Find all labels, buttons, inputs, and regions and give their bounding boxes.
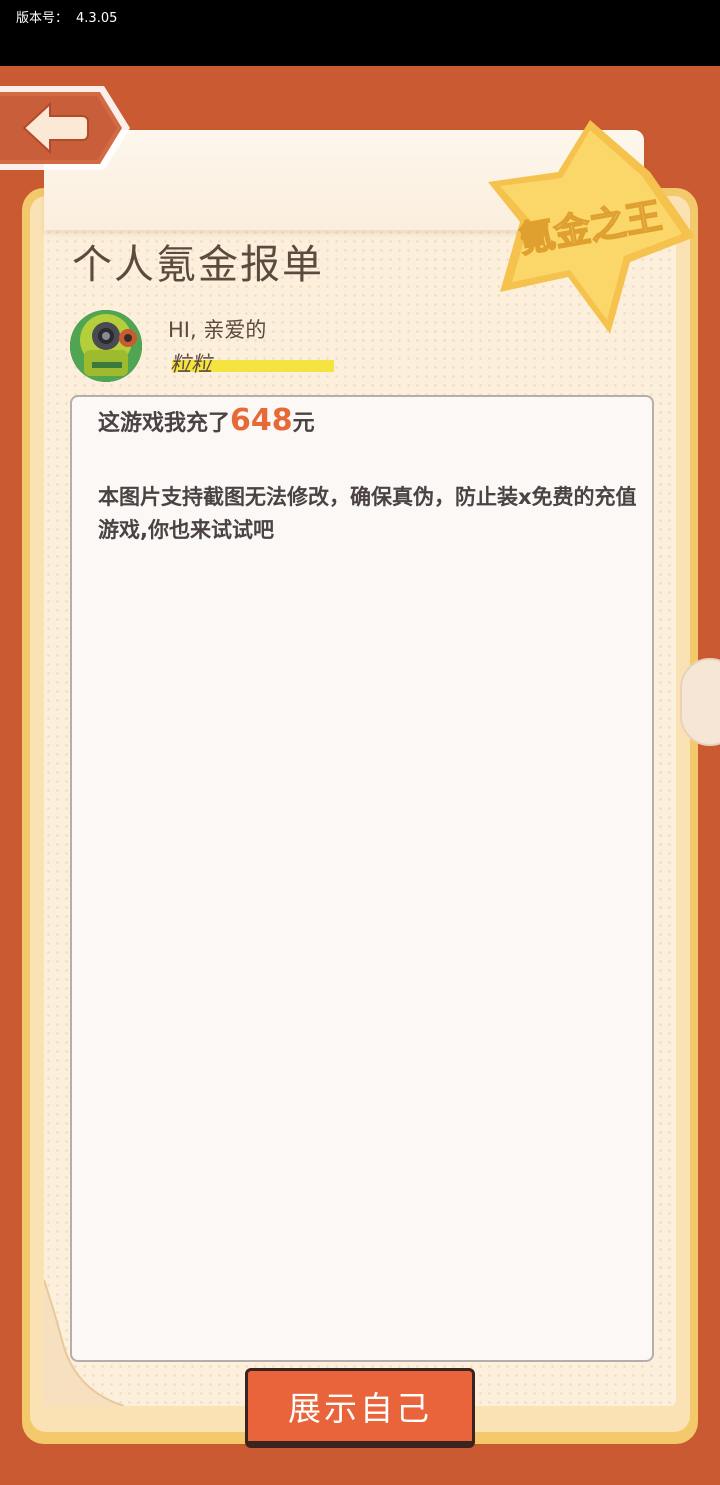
username: 粒粒 [170,352,212,376]
page-title: 个人氪金报单 [72,242,324,288]
recharge-prefix: 这游戏我充了 [98,411,231,436]
version-text: 版本号： 4.3.05 [16,7,117,26]
show-off-button-label: 展示自己 [288,1389,432,1428]
avatar [70,310,142,382]
recharge-amount: 648 [230,403,293,438]
show-off-button[interactable]: 展示自己 [245,1368,475,1448]
report-note: 本图片支持截图无法修改，确保真伪，防止装x免费的充值游戏,你也来试试吧 [98,485,637,542]
version-label: 版本号： [16,11,69,26]
back-button[interactable] [0,82,132,174]
badge-star-icon: 氪金之王 [488,120,695,334]
back-arrow-icon [0,86,130,170]
version-value: 4.3.05 [76,11,118,26]
recharge-summary: 这游戏我充了648元 [98,403,315,438]
side-floating-tab[interactable] [680,658,720,746]
username-area: 粒粒 [168,346,336,376]
recharge-suffix: 元 [292,411,315,436]
greeting-text: HI, 亲爱的 [168,318,267,342]
status-bar: 版本号： 4.3.05 [0,0,720,66]
report-card: 这游戏我充了648元 本图片支持截图无法修改，确保真伪，防止装x免费的充值游戏,… [70,395,654,1362]
character-avatar-icon [70,310,142,382]
